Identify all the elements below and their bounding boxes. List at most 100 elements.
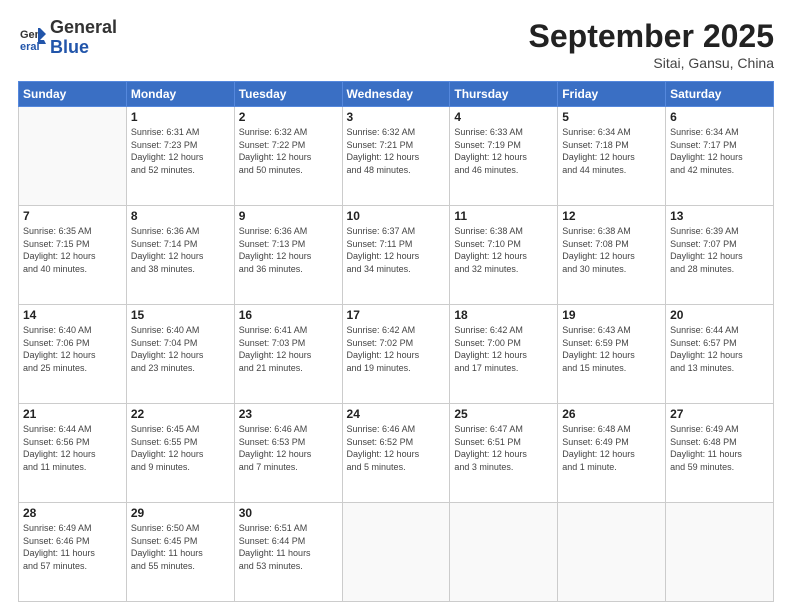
location: Sitai, Gansu, China	[529, 55, 774, 71]
header: Gen eral General Blue September 2025 Sit…	[18, 18, 774, 71]
calendar-cell: 13 Sunrise: 6:39 AM Sunset: 7:07 PM Dayli…	[666, 206, 774, 305]
day-info: Sunrise: 6:46 AM Sunset: 6:53 PM Dayligh…	[239, 423, 338, 473]
calendar-cell: 21 Sunrise: 6:44 AM Sunset: 6:56 PM Dayli…	[19, 404, 127, 503]
day-info: Sunrise: 6:51 AM Sunset: 6:44 PM Dayligh…	[239, 522, 338, 572]
day-number: 4	[454, 110, 553, 124]
calendar-cell	[450, 503, 558, 602]
day-number: 5	[562, 110, 661, 124]
day-info: Sunrise: 6:40 AM Sunset: 7:06 PM Dayligh…	[23, 324, 122, 374]
calendar-cell	[342, 503, 450, 602]
day-number: 9	[239, 209, 338, 223]
svg-text:eral: eral	[20, 41, 40, 52]
day-number: 28	[23, 506, 122, 520]
calendar-cell: 17 Sunrise: 6:42 AM Sunset: 7:02 PM Dayli…	[342, 305, 450, 404]
day-number: 15	[131, 308, 230, 322]
day-info: Sunrise: 6:40 AM Sunset: 7:04 PM Dayligh…	[131, 324, 230, 374]
calendar-cell: 5 Sunrise: 6:34 AM Sunset: 7:18 PM Daylig…	[558, 107, 666, 206]
day-number: 10	[347, 209, 446, 223]
day-number: 8	[131, 209, 230, 223]
calendar-cell: 6 Sunrise: 6:34 AM Sunset: 7:17 PM Daylig…	[666, 107, 774, 206]
day-number: 13	[670, 209, 769, 223]
day-info: Sunrise: 6:32 AM Sunset: 7:21 PM Dayligh…	[347, 126, 446, 176]
title-block: September 2025 Sitai, Gansu, China	[529, 18, 774, 71]
calendar-cell: 14Sunrise: 6:40 AM Sunset: 7:06 PM Dayli…	[19, 305, 127, 404]
calendar-cell: 22 Sunrise: 6:45 AM Sunset: 6:55 PM Dayli…	[126, 404, 234, 503]
day-number: 29	[131, 506, 230, 520]
day-info: Sunrise: 6:50 AM Sunset: 6:45 PM Dayligh…	[131, 522, 230, 572]
calendar-table: Sunday Monday Tuesday Wednesday Thursday…	[18, 81, 774, 602]
day-number: 18	[454, 308, 553, 322]
calendar-cell	[558, 503, 666, 602]
calendar-week-2: 7 Sunrise: 6:35 AM Sunset: 7:15 PM Daylig…	[19, 206, 774, 305]
day-info: Sunrise: 6:49 AM Sunset: 6:46 PM Dayligh…	[23, 522, 122, 572]
day-info: Sunrise: 6:34 AM Sunset: 7:17 PM Dayligh…	[670, 126, 769, 176]
day-info: Sunrise: 6:45 AM Sunset: 6:55 PM Dayligh…	[131, 423, 230, 473]
day-info: Sunrise: 6:46 AM Sunset: 6:52 PM Dayligh…	[347, 423, 446, 473]
day-info: Sunrise: 6:42 AM Sunset: 7:00 PM Dayligh…	[454, 324, 553, 374]
day-info: Sunrise: 6:44 AM Sunset: 6:57 PM Dayligh…	[670, 324, 769, 374]
day-number: 20	[670, 308, 769, 322]
calendar-cell	[19, 107, 127, 206]
calendar-week-3: 14Sunrise: 6:40 AM Sunset: 7:06 PM Dayli…	[19, 305, 774, 404]
day-number: 21	[23, 407, 122, 421]
col-wednesday: Wednesday	[342, 82, 450, 107]
calendar-cell: 23 Sunrise: 6:46 AM Sunset: 6:53 PM Dayli…	[234, 404, 342, 503]
day-number: 1	[131, 110, 230, 124]
day-number: 7	[23, 209, 122, 223]
calendar-cell: 2Sunrise: 6:32 AM Sunset: 7:22 PM Daylig…	[234, 107, 342, 206]
day-number: 26	[562, 407, 661, 421]
day-info: Sunrise: 6:34 AM Sunset: 7:18 PM Dayligh…	[562, 126, 661, 176]
logo: Gen eral General Blue	[18, 18, 117, 58]
calendar-cell: 19 Sunrise: 6:43 AM Sunset: 6:59 PM Dayli…	[558, 305, 666, 404]
calendar-cell: 1 Sunrise: 6:31 AM Sunset: 7:23 PM Daylig…	[126, 107, 234, 206]
calendar-cell: 25Sunrise: 6:47 AM Sunset: 6:51 PM Dayli…	[450, 404, 558, 503]
day-info: Sunrise: 6:44 AM Sunset: 6:56 PM Dayligh…	[23, 423, 122, 473]
day-number: 16	[239, 308, 338, 322]
calendar-week-1: 1 Sunrise: 6:31 AM Sunset: 7:23 PM Daylig…	[19, 107, 774, 206]
day-info: Sunrise: 6:37 AM Sunset: 7:11 PM Dayligh…	[347, 225, 446, 275]
day-number: 27	[670, 407, 769, 421]
day-number: 25	[454, 407, 553, 421]
calendar-cell: 24Sunrise: 6:46 AM Sunset: 6:52 PM Dayli…	[342, 404, 450, 503]
col-saturday: Saturday	[666, 82, 774, 107]
calendar-cell: 15 Sunrise: 6:40 AM Sunset: 7:04 PM Dayli…	[126, 305, 234, 404]
logo-icon: Gen eral	[18, 24, 46, 52]
calendar-cell: 12Sunrise: 6:38 AM Sunset: 7:08 PM Dayli…	[558, 206, 666, 305]
day-number: 22	[131, 407, 230, 421]
day-info: Sunrise: 6:49 AM Sunset: 6:48 PM Dayligh…	[670, 423, 769, 473]
calendar-cell: 16 Sunrise: 6:41 AM Sunset: 7:03 PM Dayli…	[234, 305, 342, 404]
day-info: Sunrise: 6:42 AM Sunset: 7:02 PM Dayligh…	[347, 324, 446, 374]
col-thursday: Thursday	[450, 82, 558, 107]
day-number: 19	[562, 308, 661, 322]
day-number: 6	[670, 110, 769, 124]
calendar-cell: 8Sunrise: 6:36 AM Sunset: 7:14 PM Daylig…	[126, 206, 234, 305]
calendar-cell: 11Sunrise: 6:38 AM Sunset: 7:10 PM Dayli…	[450, 206, 558, 305]
day-info: Sunrise: 6:39 AM Sunset: 7:07 PM Dayligh…	[670, 225, 769, 275]
calendar-cell: 7 Sunrise: 6:35 AM Sunset: 7:15 PM Daylig…	[19, 206, 127, 305]
calendar-cell	[666, 503, 774, 602]
col-monday: Monday	[126, 82, 234, 107]
calendar-cell: 3 Sunrise: 6:32 AM Sunset: 7:21 PM Daylig…	[342, 107, 450, 206]
calendar-cell: 9Sunrise: 6:36 AM Sunset: 7:13 PM Daylig…	[234, 206, 342, 305]
calendar-cell: 30 Sunrise: 6:51 AM Sunset: 6:44 PM Dayli…	[234, 503, 342, 602]
calendar-cell: 10 Sunrise: 6:37 AM Sunset: 7:11 PM Dayli…	[342, 206, 450, 305]
day-info: Sunrise: 6:41 AM Sunset: 7:03 PM Dayligh…	[239, 324, 338, 374]
calendar-cell: 27 Sunrise: 6:49 AM Sunset: 6:48 PM Dayli…	[666, 404, 774, 503]
day-info: Sunrise: 6:38 AM Sunset: 7:10 PM Dayligh…	[454, 225, 553, 275]
day-number: 17	[347, 308, 446, 322]
calendar-cell: 18 Sunrise: 6:42 AM Sunset: 7:00 PM Dayli…	[450, 305, 558, 404]
day-info: Sunrise: 6:35 AM Sunset: 7:15 PM Dayligh…	[23, 225, 122, 275]
day-number: 3	[347, 110, 446, 124]
calendar-cell: 4 Sunrise: 6:33 AM Sunset: 7:19 PM Daylig…	[450, 107, 558, 206]
day-number: 23	[239, 407, 338, 421]
calendar-week-5: 28 Sunrise: 6:49 AM Sunset: 6:46 PM Dayli…	[19, 503, 774, 602]
day-number: 2	[239, 110, 338, 124]
day-info: Sunrise: 6:43 AM Sunset: 6:59 PM Dayligh…	[562, 324, 661, 374]
day-number: 12	[562, 209, 661, 223]
page: Gen eral General Blue September 2025 Sit…	[0, 0, 792, 612]
day-info: Sunrise: 6:33 AM Sunset: 7:19 PM Dayligh…	[454, 126, 553, 176]
calendar-cell: 28 Sunrise: 6:49 AM Sunset: 6:46 PM Dayli…	[19, 503, 127, 602]
day-number: 30	[239, 506, 338, 520]
day-info: Sunrise: 6:31 AM Sunset: 7:23 PM Dayligh…	[131, 126, 230, 176]
col-friday: Friday	[558, 82, 666, 107]
